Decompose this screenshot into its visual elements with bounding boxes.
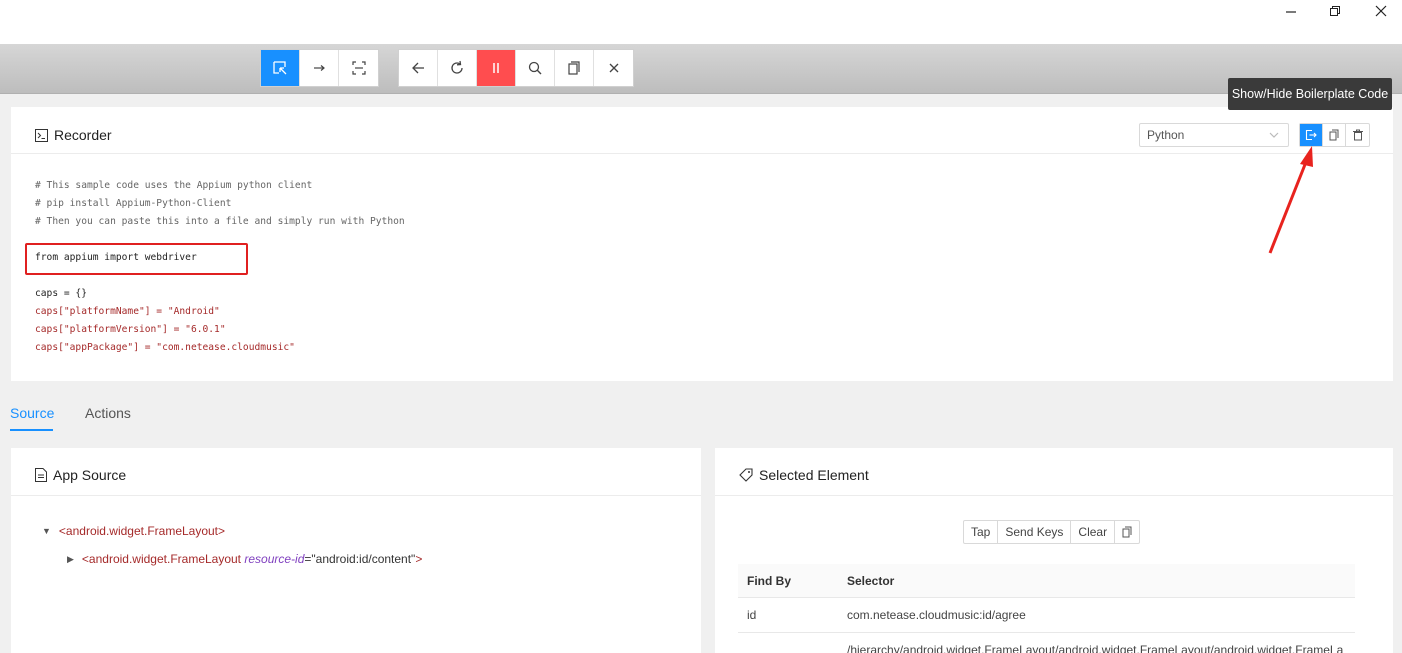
selector-cell: com.netease.cloudmusic:id/agree [847, 608, 1026, 622]
app-source-panel: App Source ▼ <android.widget.FrameLayout… [11, 448, 701, 653]
recorder-header: Recorder Python [11, 107, 1393, 154]
copy-icon [1329, 129, 1339, 141]
recorder-actions [1299, 123, 1370, 147]
tree-node-attr-name: resource-id [244, 552, 305, 566]
selected-element-title: Selected Element [739, 467, 869, 483]
tab-source[interactable]: Source [10, 405, 54, 421]
select-elements-button[interactable] [261, 50, 300, 86]
code-line: caps["platformVersion"] = "6.0.1" [35, 324, 226, 335]
tree-node-tag: <android.widget.FrameLayout [81, 552, 242, 566]
inspector-toolbar [0, 44, 1402, 94]
quit-session-button[interactable] [594, 50, 633, 86]
back-button[interactable] [399, 50, 438, 86]
caret-down-icon[interactable]: ▼ [42, 526, 51, 536]
recorder-title: Recorder [35, 127, 112, 143]
send-keys-button[interactable]: Send Keys [998, 521, 1072, 543]
active-tab-indicator [10, 429, 53, 431]
code-line: # Then you can paste this into a file an… [35, 216, 405, 227]
code-line: # This sample code uses the Appium pytho… [35, 180, 313, 191]
code-line: caps = {} [35, 288, 87, 299]
find-by-cell: id [747, 608, 757, 622]
copy-icon [1122, 526, 1132, 538]
table-row[interactable]: id com.netease.cloudmusic:id/agree [738, 598, 1355, 633]
selector-table: Find By Selector id com.netease.cloudmus… [738, 564, 1355, 653]
inspector-tabs: Source Actions [0, 395, 1402, 433]
copy-attributes-button[interactable] [1115, 521, 1139, 543]
language-select-value: Python [1147, 128, 1185, 142]
search-button[interactable] [516, 50, 555, 86]
boilerplate-tooltip: Show/Hide Boilerplate Code [1228, 78, 1392, 110]
element-actions: Tap Send Keys Clear [963, 520, 1141, 544]
code-line: # pip install Appium-Python-Client [35, 198, 232, 209]
copy-xml-button[interactable] [555, 50, 594, 86]
pause-recording-button[interactable] [477, 50, 516, 86]
import-highlight-box [25, 243, 248, 275]
language-select[interactable]: Python [1139, 123, 1289, 147]
quit-session-icon [609, 63, 618, 73]
selected-element-title-text: Selected Element [759, 467, 869, 483]
app-source-title: App Source [35, 467, 126, 483]
search-icon [528, 61, 542, 75]
column-header-find-by: Find By [747, 574, 791, 588]
session-controls-group [398, 49, 634, 87]
clear-button[interactable]: Clear [1071, 521, 1116, 543]
pause-recording-icon [493, 63, 499, 73]
interaction-mode-group [260, 49, 379, 87]
tree-node-attr-value: ="android:id/content" [304, 552, 416, 566]
chevron-down-icon [1269, 132, 1279, 138]
tab-actions[interactable]: Actions [85, 405, 131, 421]
minimize-icon[interactable] [1268, 0, 1314, 22]
tree-node-tag: <android.widget.FrameLayout> [58, 524, 226, 538]
refresh-button[interactable] [438, 50, 477, 86]
copy-xml-icon [568, 61, 580, 75]
caret-right-icon[interactable]: ▶ [67, 554, 74, 565]
window-titlebar [0, 0, 1402, 44]
selector-cell: /hierarchy/android.widget.FrameLayout/an… [847, 643, 1344, 653]
file-icon [35, 468, 47, 482]
tap-by-coordinates-button[interactable] [339, 50, 378, 86]
close-icon[interactable] [1358, 0, 1402, 22]
trash-icon [1352, 129, 1363, 141]
tree-node[interactable]: ▶ <android.widget.FrameLayout resource-i… [67, 552, 422, 566]
clear-actions-button[interactable] [1346, 124, 1369, 146]
app-source-title-text: App Source [53, 467, 127, 483]
tree-node[interactable]: ▼ <android.widget.FrameLayout> [42, 524, 225, 538]
tree-node-tag-close: > [415, 552, 423, 566]
recorder-title-text: Recorder [54, 127, 112, 143]
copy-code-button[interactable] [1323, 124, 1346, 146]
tap-button[interactable]: Tap [964, 521, 999, 543]
swipe-icon [314, 65, 325, 71]
refresh-icon [451, 60, 463, 74]
show-hide-boilerplate-button[interactable] [1300, 124, 1323, 146]
code-line: caps["appPackage"] = "com.netease.cloudm… [35, 342, 295, 353]
selected-element-header: Selected Element [715, 448, 1393, 496]
tag-icon [739, 468, 753, 482]
restore-icon[interactable] [1312, 0, 1358, 22]
back-icon [412, 62, 424, 74]
table-row[interactable]: /hierarchy/android.widget.FrameLayout/an… [738, 633, 1355, 653]
select-elements-icon [273, 61, 287, 75]
code-line: caps["platformName"] = "Android" [35, 306, 220, 317]
export-icon [1305, 129, 1317, 141]
app-source-header: App Source [11, 448, 701, 496]
terminal-icon [35, 128, 48, 142]
table-header: Find By Selector [738, 564, 1355, 598]
swipe-button[interactable] [300, 50, 339, 86]
column-header-selector: Selector [847, 574, 895, 588]
tap-by-coordinates-icon [351, 61, 366, 75]
